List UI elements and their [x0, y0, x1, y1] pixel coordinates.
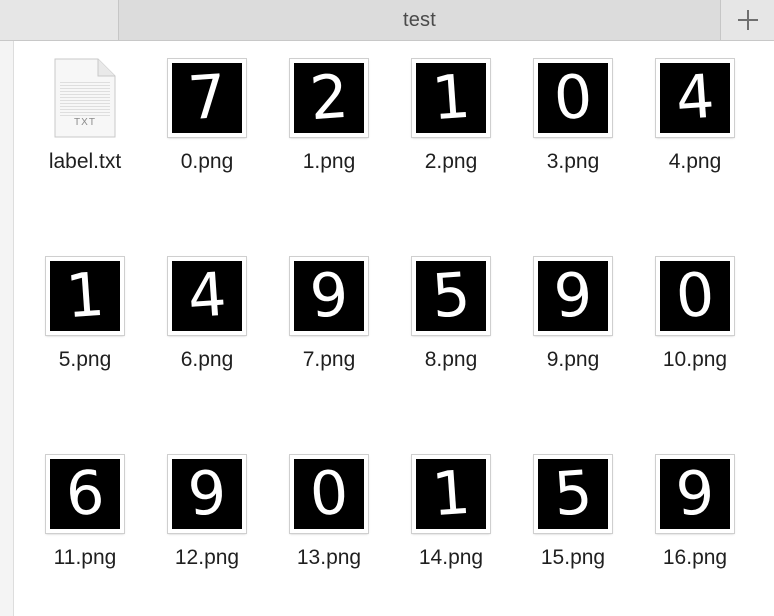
- file-type-badge: TXT: [74, 117, 96, 128]
- digit-glyph: 6: [63, 459, 107, 529]
- file-item-png[interactable]: 4 4.png: [634, 48, 756, 246]
- new-tab-button[interactable]: [721, 0, 774, 40]
- thumbnail-frame: 2: [290, 59, 368, 137]
- digit-glyph: 0: [551, 63, 595, 133]
- file-item-png[interactable]: 1 14.png: [390, 444, 512, 616]
- file-name: 9.png: [546, 348, 600, 371]
- file-name: 10.png: [662, 348, 728, 371]
- thumbnail-frame: 5: [534, 455, 612, 533]
- file-name: 2.png: [424, 150, 478, 173]
- file-name: 7.png: [302, 348, 356, 371]
- digit-glyph: 0: [307, 459, 351, 529]
- thumbnail-frame: 0: [534, 59, 612, 137]
- digit-1-thumbnail: 1: [50, 261, 120, 331]
- thumbnail-frame: 9: [290, 257, 368, 335]
- file-item-png[interactable]: 9 9.png: [512, 246, 634, 444]
- file-item-png[interactable]: 7 0.png: [146, 48, 268, 246]
- file-name: 13.png: [296, 546, 362, 569]
- thumbnail-frame: 7: [168, 59, 246, 137]
- file-item-png[interactable]: 0 13.png: [268, 444, 390, 616]
- digit-glyph: 4: [673, 63, 717, 133]
- file-item-png[interactable]: 9 12.png: [146, 444, 268, 616]
- file-name: 1.png: [302, 150, 356, 173]
- file-item-png[interactable]: 0 10.png: [634, 246, 756, 444]
- digit-glyph: 1: [63, 261, 107, 331]
- digit-glyph: 9: [673, 459, 717, 529]
- file-name: 8.png: [424, 348, 478, 371]
- digit-7-thumbnail: 7: [172, 63, 242, 133]
- file-name: 14.png: [418, 546, 484, 569]
- digit-glyph: 7: [185, 63, 229, 133]
- digit-2-thumbnail: 2: [294, 63, 364, 133]
- digit-9-thumbnail: 9: [294, 261, 364, 331]
- file-item-png[interactable]: 5 8.png: [390, 246, 512, 444]
- digit-0-thumbnail: 0: [294, 459, 364, 529]
- digit-0-thumbnail: 0: [538, 63, 608, 133]
- thumbnail-frame: 9: [656, 455, 734, 533]
- sidebar-edge: [0, 41, 14, 616]
- file-name: 3.png: [546, 150, 600, 173]
- digit-glyph: 5: [429, 261, 473, 331]
- thumbnail-frame: 9: [534, 257, 612, 335]
- digit-glyph: 4: [185, 261, 229, 331]
- digit-glyph: 9: [551, 261, 595, 331]
- plus-icon: [737, 10, 758, 30]
- file-item-png[interactable]: 4 6.png: [146, 246, 268, 444]
- digit-9-thumbnail: 9: [538, 261, 608, 331]
- digit-glyph: 2: [307, 63, 351, 133]
- digit-glyph: 1: [429, 63, 473, 133]
- tab-title: test: [402, 8, 437, 31]
- digit-0-thumbnail: 0: [660, 261, 730, 331]
- thumbnail-frame: 6: [46, 455, 124, 533]
- file-name: 0.png: [180, 150, 234, 173]
- digit-glyph: 0: [673, 261, 717, 331]
- file-name: label.txt: [48, 150, 122, 173]
- file-item-png[interactable]: 2 1.png: [268, 48, 390, 246]
- file-item-label-txt[interactable]: TXT label.txt: [24, 48, 146, 246]
- file-name: 6.png: [180, 348, 234, 371]
- finder-window: test TXT label.txt 7 0.png 2 1.png 1 2.p…: [0, 0, 774, 616]
- digit-glyph: 5: [551, 459, 595, 529]
- digit-glyph: 9: [185, 459, 229, 529]
- thumbnail-frame: 0: [656, 257, 734, 335]
- file-name: 11.png: [53, 546, 117, 569]
- file-name: 16.png: [662, 546, 728, 569]
- digit-9-thumbnail: 9: [660, 459, 730, 529]
- txt-document-icon: TXT: [54, 58, 116, 138]
- file-item-png[interactable]: 9 7.png: [268, 246, 390, 444]
- file-name: 15.png: [540, 546, 606, 569]
- thumbnail-frame: 0: [290, 455, 368, 533]
- thumbnail-frame: 1: [412, 455, 490, 533]
- thumbnail-frame: 5: [412, 257, 490, 335]
- file-item-png[interactable]: 0 3.png: [512, 48, 634, 246]
- file-name: 12.png: [174, 546, 240, 569]
- thumbnail-frame: 1: [412, 59, 490, 137]
- tab-bar: test: [0, 0, 774, 41]
- tab-test[interactable]: test: [119, 0, 721, 40]
- digit-5-thumbnail: 5: [416, 261, 486, 331]
- digit-6-thumbnail: 6: [50, 459, 120, 529]
- thumbnail-frame: 1: [46, 257, 124, 335]
- file-item-png[interactable]: 1 5.png: [24, 246, 146, 444]
- file-icon-grid: TXT label.txt 7 0.png 2 1.png 1 2.png 0 …: [24, 48, 764, 616]
- file-item-png[interactable]: 1 2.png: [390, 48, 512, 246]
- file-item-png[interactable]: 5 15.png: [512, 444, 634, 616]
- digit-4-thumbnail: 4: [660, 63, 730, 133]
- digit-glyph: 9: [307, 261, 351, 331]
- tab-previous[interactable]: [0, 0, 119, 40]
- digit-5-thumbnail: 5: [538, 459, 608, 529]
- file-name: 4.png: [668, 150, 722, 173]
- file-item-png[interactable]: 9 16.png: [634, 444, 756, 616]
- digit-1-thumbnail: 1: [416, 459, 486, 529]
- thumbnail-frame: 9: [168, 455, 246, 533]
- file-item-png[interactable]: 6 11.png: [24, 444, 146, 616]
- digit-4-thumbnail: 4: [172, 261, 242, 331]
- digit-glyph: 1: [429, 459, 473, 529]
- thumbnail-frame: 4: [168, 257, 246, 335]
- file-name: 5.png: [58, 348, 112, 371]
- digit-9-thumbnail: 9: [172, 459, 242, 529]
- digit-1-thumbnail: 1: [416, 63, 486, 133]
- thumbnail-frame: 4: [656, 59, 734, 137]
